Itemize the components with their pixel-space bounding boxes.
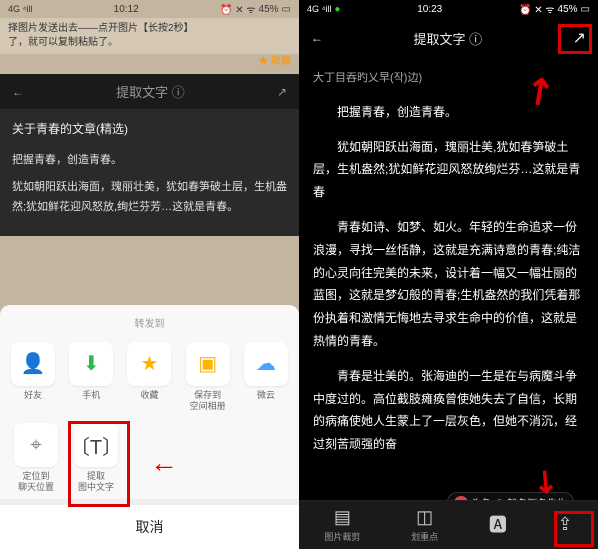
sheet-item-label: 好友 [24, 390, 42, 401]
sheet-item-icon: ⌖ [14, 423, 58, 467]
battery-pct: 45% [558, 4, 578, 15]
text-snippet: 大丁目吞旳乂早(작)边) [313, 68, 584, 89]
sheet-item[interactable]: ⌖ 定位到 聊天位置 [10, 423, 62, 493]
text-paragraph: 青春如诗、如梦、如火。年轻的生命追求一份浪漫，寻找一丝恬静，这就是充满诗意的青春… [313, 216, 584, 353]
bookmark-button[interactable]: ★ 收藏 [258, 52, 291, 67]
text-paragraph: 犹如朝阳跃出海面，瑰丽壮美,犹如春笋破土层，生机盎然;犹如鲜花迎风怒放绚烂芬…这… [313, 136, 584, 204]
ocr-title: 提取文字 ⓘ [413, 29, 482, 48]
nav-icon: ▤ [334, 507, 351, 528]
back-icon[interactable]: ← [311, 31, 323, 45]
clock: 10:12 [114, 4, 139, 15]
sheet-item-icon: ★ [127, 342, 171, 386]
extracted-text[interactable]: 大丁目吞旳乂早(작)边) 把握青春，创造青春。 犹如朝阳跃出海面，瑰丽壮美,犹如… [299, 58, 598, 488]
battery-icon: ▭ [581, 4, 590, 15]
back-icon[interactable]: ← [12, 85, 24, 99]
sheet-item-label: 微云 [257, 390, 275, 401]
share-icon[interactable]: ↗ [277, 85, 287, 99]
sheet-item-icon: 👤 [11, 342, 55, 386]
article-line: 把握青春，创造青春。 [12, 151, 287, 171]
nav-label: 划重点 [411, 530, 438, 543]
signal-icon: 4G ⁴ill [8, 4, 32, 14]
sheet-item-label: 提取 图中文字 [78, 471, 114, 493]
nav-item[interactable]: 🅰 [489, 511, 507, 539]
bottom-nav: ▤ 图片裁剪 ◫ 划重点 🅰 ⇪ [299, 500, 598, 549]
sheet-title: 转发到 [0, 309, 299, 336]
sheet-item-icon: 〔T〕 [74, 423, 118, 467]
text-paragraph: 把握青春，创造青春。 [313, 101, 584, 124]
sheet-item-label: 手机 [82, 390, 100, 401]
sheet-item-label: 定位到 聊天位置 [18, 471, 54, 493]
status-bar: 4G ⁴ill ● 10:23 ⏰ ✕ ᯤ 45% ▭ [299, 0, 598, 18]
instruction-text: 择图片发送出去——点开图片【长按2秒】 了，就可以复制粘贴了。 [0, 18, 299, 54]
sheet-item[interactable]: ☁ 微云 [240, 342, 292, 412]
text-paragraph: 青春是壮美的。张海迪的一生是在与病魔斗争中度过的。高位截肢瘫痪曾使她失去了自信，… [313, 365, 584, 456]
battery-icon: ▭ [282, 4, 291, 15]
left-screenshot: 4G ⁴ill 10:12 ⏰ ✕ ᯤ 45% ▭ 择图片发送出去——点开图片【… [0, 0, 299, 549]
nav-item[interactable]: ⇪ [558, 514, 573, 537]
right-screenshot: 4G ⁴ill ● 10:23 ⏰ ✕ ᯤ 45% ▭ ← 提取文字 ⓘ ↗ 大… [299, 0, 598, 549]
sheet-row-2: ⌖ 定位到 聊天位置〔T〕提取 图中文字 [0, 417, 299, 499]
nav-icon: 🅰 [489, 511, 507, 537]
ocr-header: ← 提取文字 ⓘ ↗ [299, 18, 598, 58]
sheet-item-label: 收藏 [140, 390, 158, 401]
nav-icon: ⇪ [558, 514, 573, 535]
ocr-header: ← 提取文字 ⓘ ↗ [0, 74, 299, 109]
sheet-item-icon: ☁ [244, 342, 288, 386]
sheet-item[interactable]: ★ 收藏 [123, 342, 175, 412]
sheet-item-icon: ⬇ [69, 342, 113, 386]
article-title: 关于青春的文章(精选) [12, 119, 287, 141]
sheet-row-1: 👤 好友 ⬇ 手机 ★ 收藏 ▣ 保存到 空间相册 ☁ 微云 [0, 336, 299, 418]
nav-label: 图片裁剪 [324, 530, 360, 543]
sheet-item[interactable]: ⬇ 手机 [65, 342, 117, 412]
image-preview: 关于青春的文章(精选) 把握青春，创造青春。 犹如朝阳跃出海面，瑰丽壮美，犹如春… [0, 109, 299, 236]
share-icon[interactable]: ↗ [573, 28, 586, 48]
sheet-item-label: 保存到 空间相册 [190, 390, 226, 412]
nav-item[interactable]: ◫ 划重点 [411, 507, 438, 543]
wechat-icon: ● [334, 4, 340, 15]
status-bar: 4G ⁴ill 10:12 ⏰ ✕ ᯤ 45% ▭ [0, 0, 299, 18]
signal-icon: 4G ⁴ill [307, 4, 331, 14]
sheet-item[interactable]: 〔T〕提取 图中文字 [70, 423, 122, 493]
cancel-button[interactable]: 取消 [0, 499, 299, 549]
status-icons: ⏰ ✕ ᯤ [220, 2, 256, 16]
sheet-item[interactable]: ▣ 保存到 空间相册 [182, 342, 234, 412]
article-line: 犹如朝阳跃出海面，瑰丽壮美，犹如春笋破土层，生机盎然;犹如鲜花迎风怒放,绚烂芬芳… [12, 178, 287, 218]
clock: 10:23 [417, 4, 442, 15]
battery-pct: 45% [259, 4, 279, 15]
nav-icon: ◫ [416, 507, 433, 528]
status-icons: ⏰ ✕ ᯤ [519, 2, 555, 16]
share-sheet: 转发到 👤 好友 ⬇ 手机 ★ 收藏 ▣ 保存到 空间相册 ☁ 微云 ⌖ 定位到 聊天位置〔T〕提取… [0, 305, 299, 549]
nav-item[interactable]: ▤ 图片裁剪 [324, 507, 360, 543]
ocr-title: 提取文字 ⓘ [116, 82, 185, 101]
sheet-item-icon: ▣ [186, 342, 230, 386]
sheet-item[interactable]: 👤 好友 [7, 342, 59, 412]
